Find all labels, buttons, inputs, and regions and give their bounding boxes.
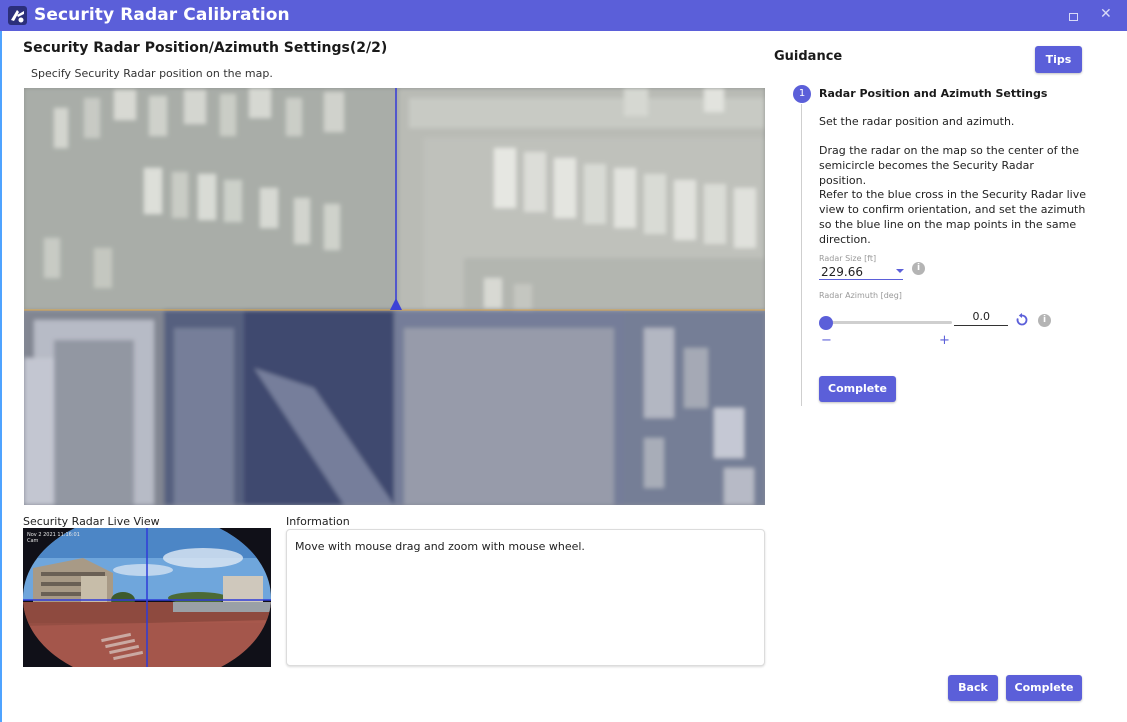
guidance-title: Guidance	[774, 49, 843, 64]
app-icon	[8, 6, 27, 25]
guidance-complete-button[interactable]: Complete	[819, 376, 896, 402]
chevron-down-icon[interactable]	[896, 269, 904, 273]
decrease-button[interactable]: −	[821, 333, 832, 348]
title-bar: Security Radar Calibration ✕	[0, 0, 1127, 31]
page-subtitle: Specify Security Radar position on the m…	[31, 67, 273, 80]
step-connector	[801, 104, 802, 406]
azimuth-input[interactable]: 0.0	[954, 308, 1008, 326]
information-text: Move with mouse drag and zoom with mouse…	[295, 540, 585, 553]
live-view-camera-label: Cam	[27, 538, 39, 544]
info-icon[interactable]: i	[912, 262, 925, 275]
info-icon[interactable]: i	[1038, 314, 1051, 327]
azimuth-slider-thumb[interactable]	[819, 316, 833, 330]
guidance-paragraph-2: Drag the radar on the map so the center …	[819, 144, 1079, 187]
close-icon[interactable]: ✕	[1100, 6, 1112, 22]
reset-icon[interactable]	[1015, 312, 1029, 326]
azimuth-value: 0.0	[972, 310, 991, 323]
increase-button[interactable]: +	[939, 333, 950, 348]
radar-size-label: Radar Size [ft]	[819, 254, 877, 263]
live-view-label: Security Radar Live View	[23, 515, 160, 528]
map-canvas[interactable]	[24, 88, 765, 505]
complete-button[interactable]: Complete	[1006, 675, 1082, 701]
radar-size-value: 229.66	[821, 265, 863, 279]
azimuth-slider-track[interactable]	[826, 321, 952, 324]
radar-size-select[interactable]: 229.66	[819, 264, 904, 280]
radar-live-view: Nov 2 2021 11:16:01 Cam	[23, 528, 271, 667]
step-title: Radar Position and Azimuth Settings	[819, 87, 1048, 100]
step-number-badge: 1	[793, 85, 811, 103]
guidance-paragraph-1: Set the radar position and azimuth.	[819, 115, 1015, 128]
guidance-paragraph-3: Refer to the blue cross in the Security …	[819, 188, 1086, 246]
window-title: Security Radar Calibration	[34, 5, 290, 25]
radar-azimuth-label: Radar Azimuth [deg]	[819, 291, 902, 300]
information-panel: Move with mouse drag and zoom with mouse…	[286, 529, 765, 666]
information-label: Information	[286, 515, 350, 528]
page-title: Security Radar Position/Azimuth Settings…	[23, 40, 388, 56]
back-button[interactable]: Back	[948, 675, 998, 701]
maximize-icon[interactable]	[1069, 13, 1078, 21]
tips-button[interactable]: Tips	[1035, 46, 1082, 73]
